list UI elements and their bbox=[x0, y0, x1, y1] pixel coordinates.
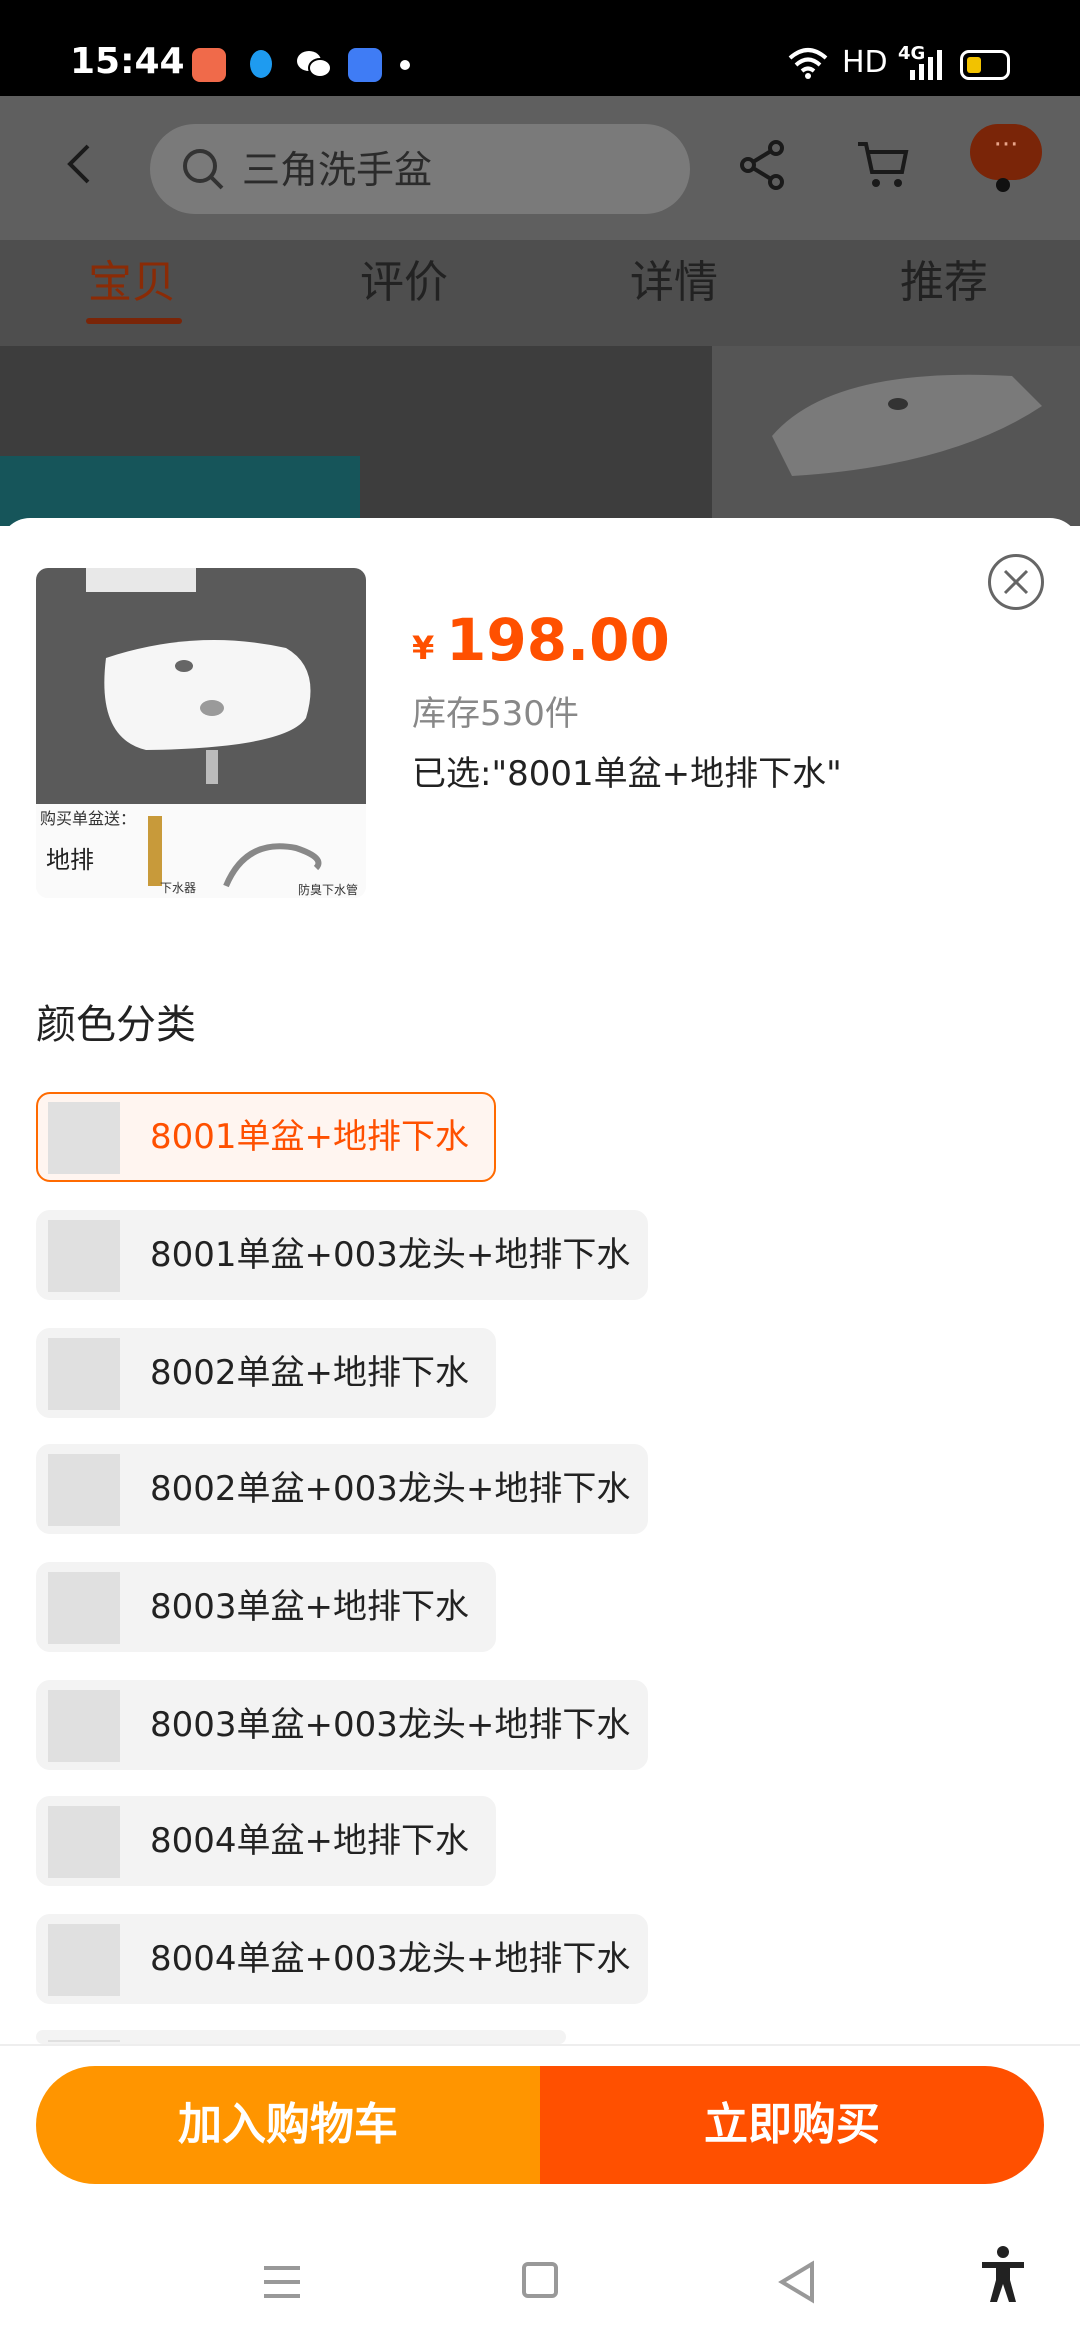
close-button[interactable] bbox=[988, 554, 1044, 610]
wechat-icon bbox=[296, 48, 332, 82]
price-currency: ¥ bbox=[412, 629, 435, 667]
background-page: 三角洗手盆 ··· 宝贝 评价 详情 推荐 bbox=[0, 96, 1080, 526]
close-icon bbox=[1003, 569, 1029, 595]
more-button[interactable]: ··· bbox=[970, 124, 1042, 180]
app-notification-icon bbox=[192, 48, 226, 82]
svg-text:下水器: 下水器 bbox=[160, 881, 196, 895]
background-product-photo-secondary bbox=[712, 346, 1080, 526]
back-arrow-icon[interactable] bbox=[58, 142, 102, 186]
stock-count: 库存530件 bbox=[412, 694, 579, 734]
variant-label: 8003单盆+地排下水 bbox=[150, 1587, 470, 1627]
add-to-cart-button[interactable]: 加入购物车 bbox=[36, 2066, 540, 2184]
active-tab-underline bbox=[86, 318, 182, 324]
variant-thumbnail bbox=[48, 1572, 120, 1644]
svg-text:防臭下水管: 防臭下水管 bbox=[298, 882, 358, 897]
variant-option[interactable]: 8003单盆+003龙头+地排下水 bbox=[36, 1680, 648, 1770]
tab-baobei[interactable]: 宝贝 bbox=[88, 258, 176, 308]
variant-label: 8004单盆+003龙头+地排下水 bbox=[150, 1939, 631, 1979]
color-category-title: 颜色分类 bbox=[36, 1002, 196, 1048]
accessibility-icon[interactable] bbox=[978, 2246, 1028, 2304]
variant-thumbnail bbox=[48, 1220, 120, 1292]
background-header: 三角洗手盆 ··· bbox=[0, 96, 1080, 240]
home-icon[interactable] bbox=[522, 2262, 558, 2298]
search-placeholder: 三角洗手盆 bbox=[242, 148, 433, 192]
variant-label: 8001单盆+地排下水 bbox=[150, 1117, 470, 1157]
tab-reviews[interactable]: 评价 bbox=[360, 258, 448, 308]
variant-option[interactable]: 8002单盆+003龙头+地排下水 bbox=[36, 1444, 648, 1534]
variant-option[interactable]: 8001单盆+003龙头+地排下水 bbox=[36, 1210, 648, 1300]
price-value: 198.00 bbox=[446, 606, 670, 674]
menu-icon[interactable] bbox=[262, 2264, 302, 2300]
selected-variant-text: 已选:"8001单盆+地排下水" bbox=[412, 754, 842, 794]
qq-icon bbox=[244, 48, 278, 82]
variant-option[interactable]: 8004单盆+003龙头+地排下水 bbox=[36, 1914, 648, 2004]
variant-thumbnail bbox=[48, 1102, 120, 1174]
product-thumbnail[interactable]: 购买单盆送： 地排 下水器 防臭下水管 bbox=[36, 568, 366, 898]
svg-text:购买单盆送：: 购买单盆送： bbox=[40, 809, 136, 828]
variant-option[interactable]: 8003单盆+地排下水 bbox=[36, 1562, 496, 1652]
svg-text:地排: 地排 bbox=[46, 846, 94, 874]
more-indicator-dot bbox=[996, 178, 1010, 192]
variant-option[interactable]: 8002单盆+地排下水 bbox=[36, 1328, 496, 1418]
variant-option-partial[interactable] bbox=[36, 2030, 566, 2044]
battery-icon bbox=[960, 50, 1010, 80]
variant-thumbnail bbox=[48, 1690, 120, 1762]
buy-now-button[interactable]: 立即购买 bbox=[540, 2066, 1044, 2184]
tab-details[interactable]: 详情 bbox=[630, 258, 718, 308]
variant-thumbnail bbox=[48, 1454, 120, 1526]
variant-thumbnail bbox=[48, 1806, 120, 1878]
variant-label: 8002单盆+003龙头+地排下水 bbox=[150, 1469, 631, 1509]
variant-thumbnail bbox=[48, 1338, 120, 1410]
background-decor bbox=[0, 456, 360, 526]
cart-icon[interactable] bbox=[856, 140, 910, 190]
variant-thumbnail bbox=[48, 1924, 120, 1996]
search-icon bbox=[180, 146, 226, 192]
variant-label: 8001单盆+003龙头+地排下水 bbox=[150, 1235, 631, 1275]
network-label: HD bbox=[842, 45, 888, 80]
app-icon bbox=[348, 48, 382, 82]
variant-label: 8004单盆+地排下水 bbox=[150, 1821, 470, 1861]
variant-option[interactable]: 8001单盆+地排下水 bbox=[36, 1092, 496, 1182]
share-icon[interactable] bbox=[738, 140, 788, 190]
variant-label: 8003单盆+003龙头+地排下水 bbox=[150, 1705, 631, 1745]
tab-recommend[interactable]: 推荐 bbox=[900, 258, 988, 308]
sku-selector-sheet: 购买单盆送： 地排 下水器 防臭下水管 ¥ 198.00 库存530件 已选:"… bbox=[0, 518, 1080, 2340]
search-input[interactable]: 三角洗手盆 bbox=[150, 124, 690, 214]
status-time: 15:44 bbox=[70, 41, 185, 82]
system-nav-bar bbox=[0, 2204, 1080, 2340]
back-triangle-icon[interactable] bbox=[776, 2260, 816, 2304]
status-bar: 15:44 HD 4G bbox=[0, 0, 1080, 96]
variant-option[interactable]: 8004单盆+地排下水 bbox=[36, 1796, 496, 1886]
wifi-icon bbox=[788, 46, 828, 80]
variant-label: 8002单盆+地排下水 bbox=[150, 1353, 470, 1393]
status-more-dot bbox=[400, 60, 410, 70]
signal-icon bbox=[908, 50, 944, 80]
